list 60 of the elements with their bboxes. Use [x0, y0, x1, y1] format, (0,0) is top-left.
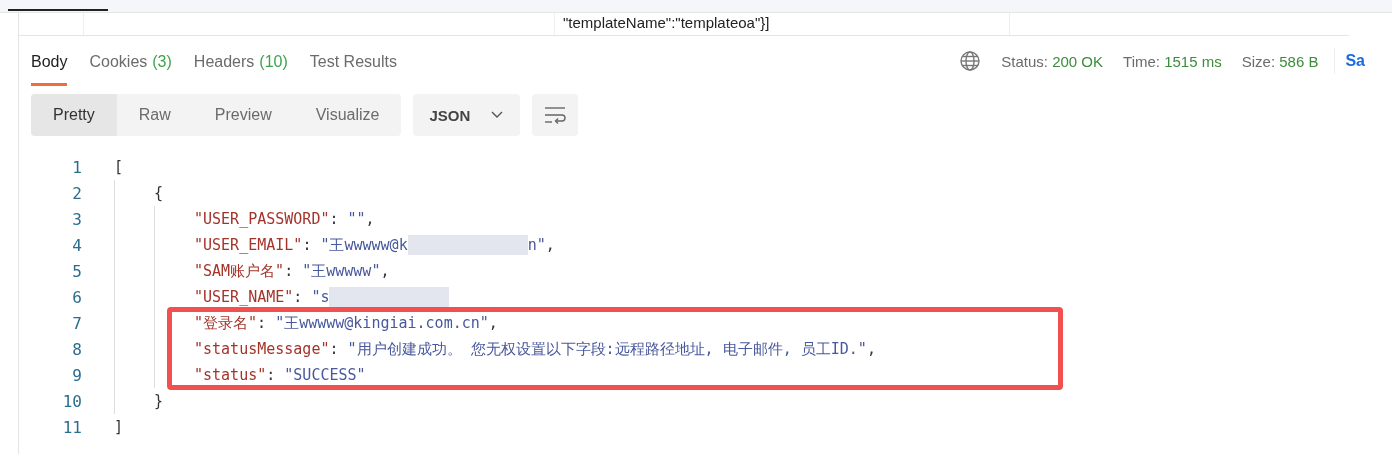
json-string: "SUCCESS"	[284, 366, 366, 384]
line-number: 8	[71, 339, 83, 359]
json-punctuation: ,	[365, 210, 375, 228]
json-string: "s	[311, 288, 330, 306]
line-number: 5	[71, 261, 83, 281]
globe-icon[interactable]	[959, 50, 982, 72]
json-string: "用户创建成功。 您无权设置以下字段:远程路径地址, 电子邮件, 员工ID."	[347, 340, 867, 358]
json-string: "王wwwww@kingiai.com.cn"	[275, 314, 489, 332]
view-tab[interactable]: Pretty	[31, 94, 117, 136]
table-cell: "templateName":"templateoa"}]	[563, 14, 770, 31]
view-tab[interactable]: Raw	[116, 94, 193, 136]
json-punctuation: [	[114, 158, 124, 176]
json-string: "王wwwww@k	[320, 236, 408, 254]
save-link[interactable]: Sa	[1345, 52, 1365, 70]
response-tab[interactable]: Cookies (3)	[89, 36, 172, 86]
response-tab[interactable]: Test Results	[309, 36, 397, 86]
line-number: 11	[61, 417, 83, 437]
line-number: 6	[71, 287, 83, 307]
json-punctuation: ]	[114, 418, 124, 436]
json-key: "statusMessage"	[194, 340, 330, 358]
json-key: "USER_EMAIL"	[194, 236, 303, 254]
json-punctuation: :	[302, 236, 313, 254]
response-tab[interactable]: Body	[31, 36, 68, 86]
json-string: ""	[347, 210, 366, 228]
time-text: Time: 1515 ms	[1123, 52, 1222, 70]
size-text: Size: 586 B	[1241, 52, 1319, 70]
json-string: "王wwwww"	[302, 262, 381, 280]
json-punctuation: ,	[866, 340, 876, 358]
json-punctuation: }	[154, 392, 164, 410]
json-key: "status"	[194, 366, 267, 384]
wrap-lines-icon	[544, 106, 567, 124]
json-key: "登录名"	[194, 314, 258, 332]
json-key: "SAM账户名"	[194, 262, 285, 280]
json-string: n"	[527, 236, 546, 254]
json-punctuation: ,	[545, 236, 555, 254]
line-number: 3	[71, 209, 83, 229]
line-number: 2	[71, 183, 83, 203]
status-text: Status: 200 OK	[1001, 52, 1104, 70]
response-tab[interactable]: Headers (10)	[193, 36, 288, 86]
json-punctuation: :	[284, 262, 295, 280]
json-punctuation: :	[329, 210, 340, 228]
json-punctuation: :	[257, 314, 268, 332]
line-number: 9	[71, 365, 83, 385]
view-tab[interactable]: Preview	[192, 94, 294, 136]
format-dropdown[interactable]: JSON	[413, 94, 521, 136]
wrap-button[interactable]	[532, 94, 579, 136]
line-number: 1	[71, 157, 83, 177]
json-punctuation: {	[154, 184, 164, 202]
json-punctuation: :	[293, 288, 304, 306]
json-key: "USER_PASSWORD"	[194, 210, 330, 228]
chevron-icon	[490, 111, 505, 119]
line-number: 4	[71, 235, 83, 255]
view-tab[interactable]: Visualize	[293, 94, 402, 136]
json-punctuation: ,	[488, 314, 498, 332]
json-key: "USER_NAME"	[194, 288, 294, 306]
json-punctuation: :	[329, 340, 340, 358]
json-punctuation: :	[266, 366, 277, 384]
json-punctuation: ,	[380, 262, 390, 280]
line-number: 10	[61, 391, 83, 411]
line-number: 7	[71, 313, 83, 333]
